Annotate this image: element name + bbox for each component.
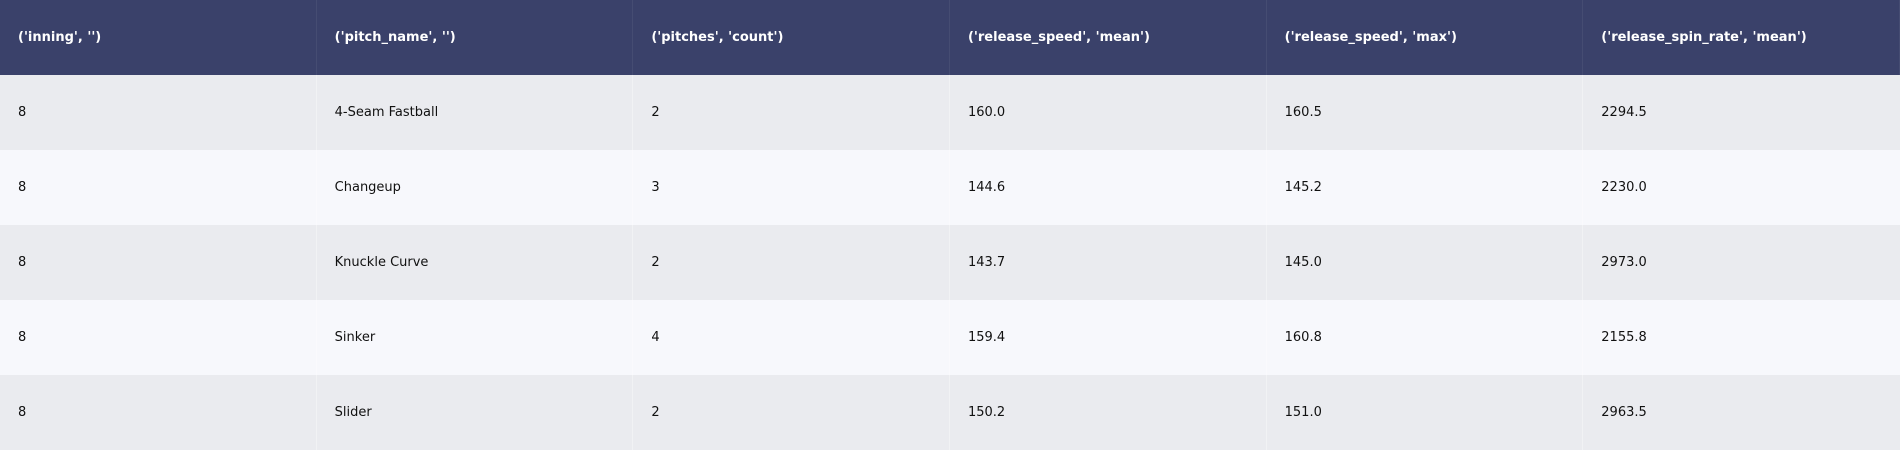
- table-cell: 159.4: [950, 300, 1267, 375]
- table-cell: 8: [0, 150, 317, 225]
- table-cell: 2963.5: [1601, 405, 1647, 420]
- table-cell: 8: [0, 300, 317, 375]
- column-header[interactable]: ('release_speed', 'mean'): [950, 0, 1267, 75]
- column-header[interactable]: ('inning', ''): [0, 0, 317, 75]
- table-cell: 2: [633, 375, 950, 450]
- table-cell: 2: [633, 225, 950, 300]
- table-row: 8 Knuckle Curve 2 143.7 145.0 2973.0: [0, 225, 1900, 300]
- table-cell: Sinker: [317, 300, 634, 375]
- table-row: 8 4-Seam Fastball 2 160.0 160.5 2294.5: [0, 75, 1900, 150]
- column-header[interactable]: ('pitch_name', ''): [317, 0, 634, 75]
- table-row: 8 Slider 2 150.2 151.0 2963.5: [0, 375, 1900, 450]
- table-cell: 3: [633, 150, 950, 225]
- table-row: 8 Changeup 3 144.6 145.2 2230.0: [0, 150, 1900, 225]
- table-cell: 4: [633, 300, 950, 375]
- table-cell: 2230.0: [1601, 180, 1647, 195]
- column-header[interactable]: ('release_speed', 'max'): [1267, 0, 1584, 75]
- table-cell: 2973.0: [1601, 255, 1647, 270]
- table-cell: 2: [633, 75, 950, 150]
- table-cell: Slider: [317, 375, 634, 450]
- table-cell: 160.8: [1267, 300, 1584, 375]
- table-cell: 145.0: [1267, 225, 1584, 300]
- column-header[interactable]: ('pitches', 'count'): [633, 0, 950, 75]
- table-cell: 144.6: [950, 150, 1267, 225]
- table-cell: 2294.5: [1601, 105, 1647, 120]
- table-cell: 160.5: [1267, 75, 1584, 150]
- column-header[interactable]: ('release_spin_rate', 'mean'): [1583, 0, 1900, 75]
- table-cell: 8: [0, 225, 317, 300]
- table-cell: 151.0: [1267, 375, 1584, 450]
- table-cell: 145.2: [1267, 150, 1584, 225]
- table-cell: Knuckle Curve: [317, 225, 634, 300]
- table-cell: 8: [0, 375, 317, 450]
- table-cell: 2155.8: [1601, 330, 1647, 345]
- table-cell: Changeup: [317, 150, 634, 225]
- table-cell: 143.7: [950, 225, 1267, 300]
- table-row: 8 Sinker 4 159.4 160.8 2155.8: [0, 300, 1900, 375]
- data-table: ('inning', '') ('pitch_name', '') ('pitche…: [0, 0, 1900, 450]
- table-cell: 4-Seam Fastball: [317, 75, 634, 150]
- table-cell: 8: [0, 75, 317, 150]
- table-cell: 150.2: [950, 375, 1267, 450]
- table-cell: 160.0: [950, 75, 1267, 150]
- table-header-row: ('inning', '') ('pitch_name', '') ('pitche…: [0, 0, 1900, 75]
